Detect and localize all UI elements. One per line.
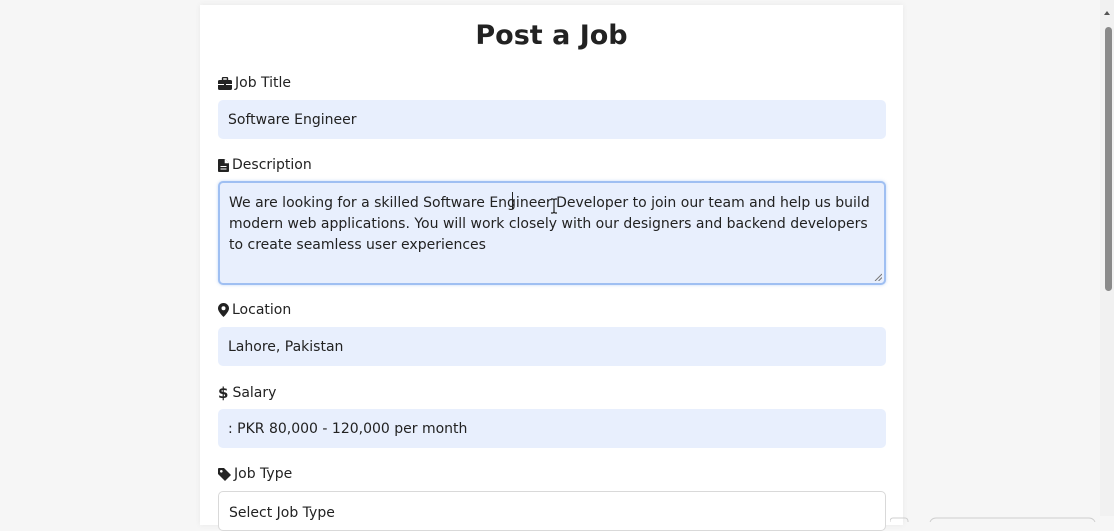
location-label-text: Location bbox=[232, 302, 291, 318]
scrollbar-thumb[interactable] bbox=[1105, 27, 1112, 291]
job-type-select[interactable]: Select Job Type bbox=[218, 491, 886, 531]
salary-label-text: Salary bbox=[232, 385, 276, 401]
job-title-value: Software Engineer bbox=[228, 112, 357, 128]
salary-input[interactable]: : PKR 80,000 - 120,000 per month bbox=[218, 409, 886, 448]
page-title: Post a Job bbox=[200, 20, 903, 51]
job-type-selected-value: Select Job Type bbox=[229, 505, 335, 521]
resize-grip-icon[interactable] bbox=[874, 273, 882, 281]
salary-value: : PKR 80,000 - 120,000 per month bbox=[228, 421, 467, 437]
floating-toolbar-edge bbox=[890, 512, 1100, 522]
text-caret bbox=[512, 192, 513, 209]
tag-icon bbox=[218, 468, 231, 481]
location-input[interactable]: Lahore, Pakistan bbox=[218, 327, 886, 366]
description-label: Description bbox=[218, 157, 312, 173]
text-cursor-icon bbox=[550, 198, 558, 214]
location-label: Location bbox=[218, 302, 291, 318]
map-marker-icon bbox=[218, 303, 229, 317]
description-label-text: Description bbox=[232, 157, 312, 173]
vertical-scrollbar[interactable] bbox=[1100, 0, 1114, 516]
job-title-label-text: Job Title bbox=[235, 75, 291, 91]
scroll-up-arrow-icon[interactable] bbox=[1104, 11, 1110, 15]
job-title-input[interactable]: Software Engineer bbox=[218, 100, 886, 139]
location-value: Lahore, Pakistan bbox=[228, 339, 343, 355]
description-textarea[interactable]: We are looking for a skilled Software En… bbox=[218, 181, 886, 285]
job-type-label: Job Type bbox=[218, 466, 292, 482]
salary-label: $ Salary bbox=[218, 384, 276, 402]
post-job-form: Post a Job Job Title Software Engineer D… bbox=[200, 5, 903, 525]
dollar-icon: $ bbox=[218, 384, 229, 402]
description-text-before-caret: We are looking for a skilled Software En… bbox=[229, 195, 552, 211]
file-icon bbox=[218, 159, 229, 172]
briefcase-icon bbox=[218, 77, 232, 90]
job-title-label: Job Title bbox=[218, 75, 291, 91]
job-type-label-text: Job Type bbox=[234, 466, 292, 482]
